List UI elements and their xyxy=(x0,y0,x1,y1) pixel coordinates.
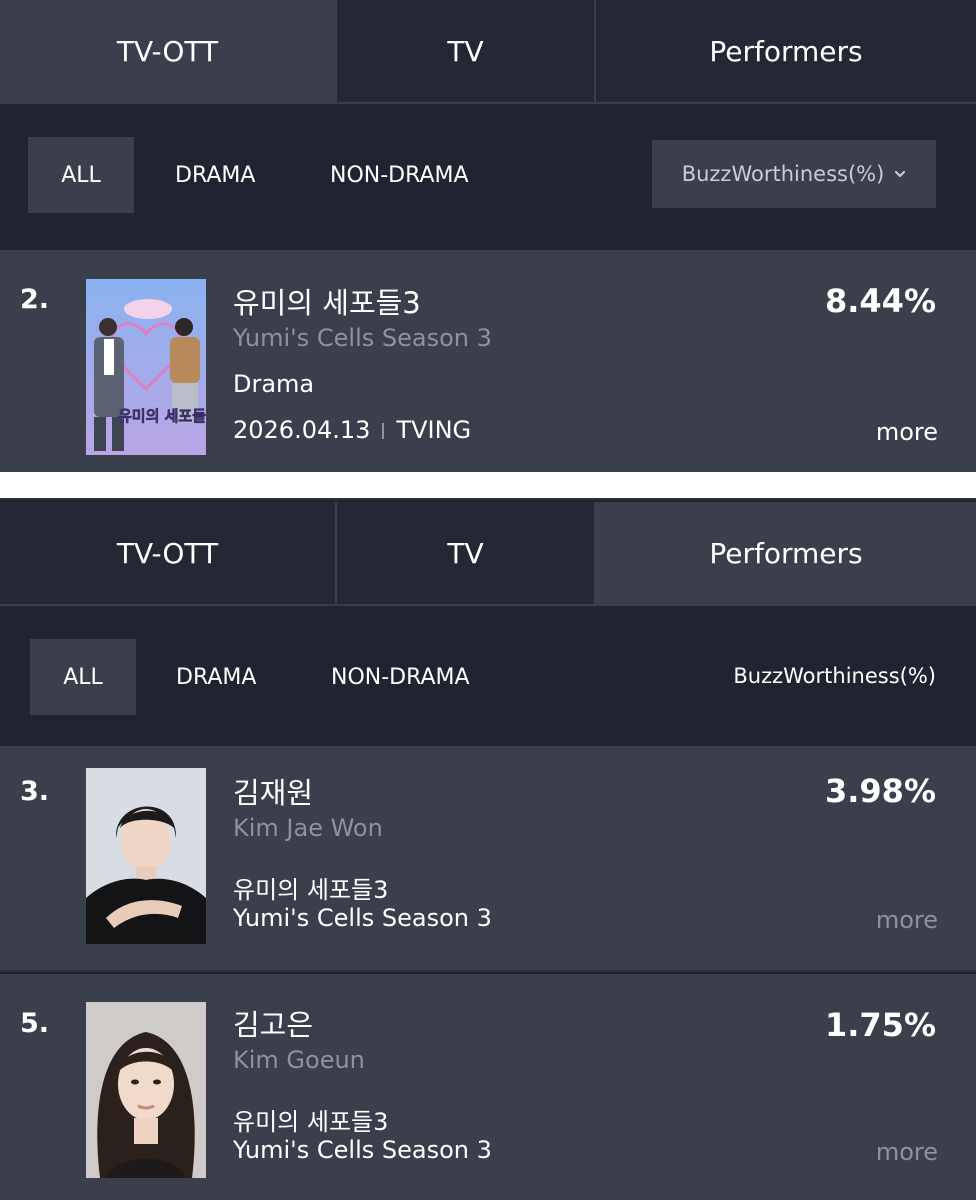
performer-show-english: Yumi's Cells Season 3 xyxy=(233,1136,492,1164)
filter-all-button[interactable]: ALL xyxy=(28,137,134,213)
rank-number: 5. xyxy=(20,1008,50,1039)
ranking-row-performer[interactable]: 3. 김재원 Kim Jae Won 유미의 세포들3 Yumi's Cells… xyxy=(0,746,976,972)
sort-dropdown-label: BuzzWorthiness(%) xyxy=(681,162,885,186)
tab-performers[interactable]: Performers xyxy=(594,502,976,604)
program-poster[interactable]: 유미의 세포들 xyxy=(86,279,206,455)
tab-tv-ott[interactable]: TV-OTT xyxy=(0,0,335,102)
filter-all-button[interactable]: ALL xyxy=(30,639,136,715)
tab-tv[interactable]: TV xyxy=(335,502,594,604)
program-genre: Drama xyxy=(233,370,315,398)
poster-image: 유미의 세포들 xyxy=(86,279,206,455)
category-tabs: TV-OTT TV Performers xyxy=(0,502,976,606)
program-title-korean: 유미의 세포들3 xyxy=(233,286,421,320)
sort-dropdown[interactable]: BuzzWorthiness(%) xyxy=(652,140,936,208)
tab-tv[interactable]: TV xyxy=(335,0,594,102)
buzz-percent: 1.75% xyxy=(824,1006,936,1044)
performer-photo[interactable] xyxy=(86,1002,206,1178)
more-link[interactable]: more xyxy=(876,418,938,446)
program-date: 2026.04.13 xyxy=(233,416,371,444)
ranking-row-program[interactable]: 2. 유미의 세포들 유미의 세포들3 Yumi's Cells Season … xyxy=(0,250,976,472)
tab-performers[interactable]: Performers xyxy=(594,0,976,102)
rank-number: 3. xyxy=(20,776,50,807)
performer-name-korean: 김고은 xyxy=(233,1008,314,1042)
performer-name-korean: 김재원 xyxy=(233,776,314,810)
filter-drama-button[interactable]: DRAMA xyxy=(175,137,255,213)
performer-show-english: Yumi's Cells Season 3 xyxy=(233,904,492,932)
performer-show-korean: 유미의 세포들3 xyxy=(233,1108,389,1136)
performer-name-english: Kim Goeun xyxy=(233,1046,365,1074)
filter-drama-button[interactable]: DRAMA xyxy=(176,639,256,715)
more-link[interactable]: more xyxy=(876,1138,938,1166)
program-meta: 2026.04.13 TVING xyxy=(233,416,471,444)
genre-filter-bar: ALL DRAMA NON-DRAMA BuzzWorthiness(%) xyxy=(0,606,976,752)
performer-photo[interactable] xyxy=(86,768,206,944)
ranking-panel-performers: TV-OTT TV Performers ALL DRAMA NON-DRAMA… xyxy=(0,498,976,1200)
genre-filter-bar: ALL DRAMA NON-DRAMA BuzzWorthiness(%) xyxy=(0,104,976,250)
filter-non-drama-button[interactable]: NON-DRAMA xyxy=(331,639,470,715)
category-tabs: TV-OTT TV Performers xyxy=(0,0,976,104)
filter-non-drama-button[interactable]: NON-DRAMA xyxy=(330,137,469,213)
ranking-panel-program: TV-OTT TV Performers ALL DRAMA NON-DRAMA… xyxy=(0,0,976,472)
chevron-down-icon xyxy=(895,170,906,178)
sort-label[interactable]: BuzzWorthiness(%) xyxy=(733,642,936,710)
meta-divider xyxy=(382,423,385,439)
avatar xyxy=(86,1002,206,1178)
svg-text:유미의 세포들: 유미의 세포들 xyxy=(118,407,206,425)
rank-number: 2. xyxy=(20,284,50,315)
performer-show-korean: 유미의 세포들3 xyxy=(233,876,389,904)
more-link[interactable]: more xyxy=(876,906,938,934)
buzz-percent: 3.98% xyxy=(824,772,936,810)
program-title-english: Yumi's Cells Season 3 xyxy=(233,324,492,352)
tab-tv-ott[interactable]: TV-OTT xyxy=(0,502,335,604)
ranking-row-performer[interactable]: 5. 김고은 Kim Goeun 유미의 세포들3 Yumi's Cells S… xyxy=(0,974,976,1200)
buzz-percent: 8.44% xyxy=(824,282,936,320)
avatar xyxy=(86,768,206,944)
performer-name-english: Kim Jae Won xyxy=(233,814,383,842)
program-channel: TVING xyxy=(396,416,472,444)
